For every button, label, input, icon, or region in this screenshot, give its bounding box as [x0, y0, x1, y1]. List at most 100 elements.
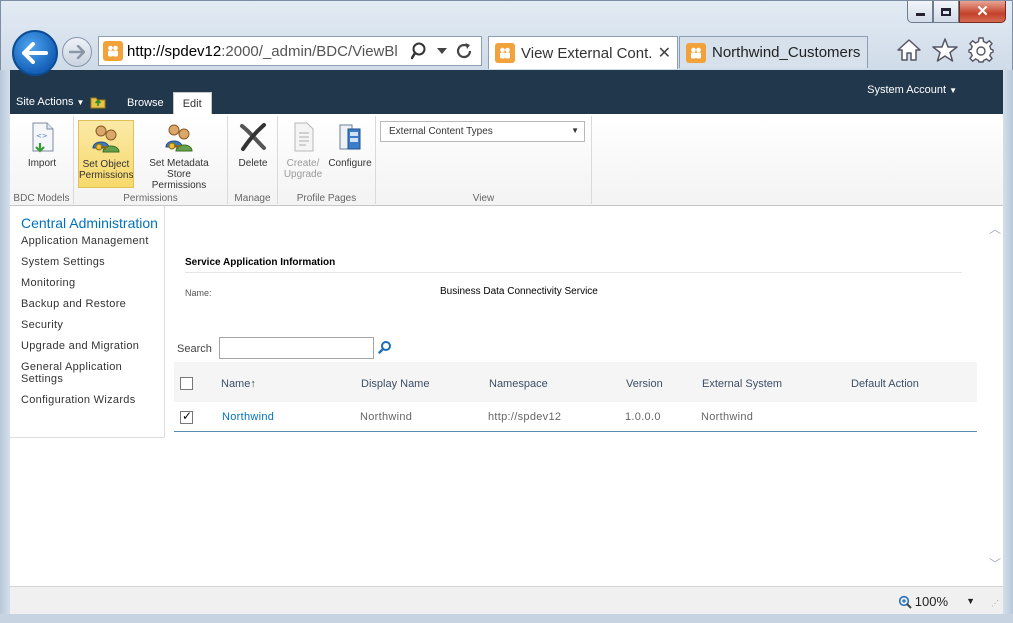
forward-arrow-icon — [69, 45, 85, 59]
close-window-button[interactable]: ✕ — [959, 1, 1006, 23]
back-button[interactable] — [12, 30, 58, 76]
group-bdc-models: <> Import BDC Models — [10, 116, 74, 204]
table-header-row: Name↑ Display Name Namespace Version Ext… — [174, 362, 977, 402]
select-all-checkbox[interactable] — [180, 377, 193, 390]
tab-edit[interactable]: Edit — [172, 92, 212, 114]
tab-view-external-content[interactable]: View External Cont... ✕ — [488, 36, 678, 69]
set-metadata-store-permissions-icon — [163, 120, 195, 154]
group-title-bdc-models: BDC Models — [13, 193, 70, 204]
column-header-version[interactable]: Version — [626, 378, 663, 390]
leftnav-item-backup-restore[interactable]: Backup and Restore — [21, 298, 164, 310]
search-icon[interactable] — [411, 42, 429, 60]
set-object-permissions-icon — [90, 121, 122, 155]
leftnav-item-security[interactable]: Security — [21, 319, 164, 331]
delete-x-icon — [237, 120, 269, 154]
vertical-scrollbar[interactable]: ︿ ﹀ — [986, 206, 1003, 586]
create-label-2: Upgrade — [283, 169, 323, 180]
sharepoint-top-bar: Site Actions ▼ Browse Edit System Accoun… — [10, 70, 1003, 114]
dropdown-arrow-icon[interactable] — [437, 47, 447, 55]
address-bar[interactable]: http://spdev12:2000/_admin/BDC/ViewBl — [98, 36, 482, 66]
sharepoint-favicon-icon — [495, 43, 515, 63]
service-name-value: Business Data Connectivity Service — [440, 286, 598, 297]
external-content-types-table: Name↑ Display Name Namespace Version Ext… — [174, 362, 977, 432]
leftnav-item-configuration-wizards[interactable]: Configuration Wizards — [21, 394, 164, 406]
row-checkbox[interactable] — [180, 409, 193, 424]
scroll-down-icon[interactable]: ﹀ — [989, 555, 1001, 572]
close-icon: ✕ — [976, 3, 989, 20]
configure-button[interactable]: Configure — [326, 120, 374, 169]
import-label: Import — [27, 158, 57, 169]
leftnav-item-application-management[interactable]: Application Management — [21, 235, 164, 247]
leftnav-item-upgrade-migration[interactable]: Upgrade and Migration — [21, 340, 164, 352]
column-header-name-label: Name — [221, 378, 251, 390]
leftnav-item-monitoring[interactable]: Monitoring — [21, 277, 164, 289]
window-frame-bottom — [0, 614, 1013, 623]
delete-button[interactable]: Delete — [234, 120, 272, 169]
set-object-label-1: Set Object — [82, 159, 130, 170]
group-title-manage: Manage — [234, 193, 271, 204]
column-header-external-system[interactable]: External System — [702, 378, 782, 390]
configure-icon — [334, 120, 366, 154]
row-external-system: Northwind — [701, 411, 754, 423]
search-input[interactable] — [219, 337, 374, 359]
column-header-name[interactable]: Name↑ — [221, 378, 256, 390]
account-name: System Account — [867, 84, 947, 96]
tab-label: View External Cont... — [521, 44, 652, 62]
group-title-view: View — [472, 193, 495, 204]
home-icon[interactable] — [896, 38, 922, 62]
divider — [185, 272, 962, 273]
tab-browse[interactable]: Browse — [118, 92, 173, 114]
navigate-up-icon[interactable] — [90, 95, 106, 112]
set-metadata-store-permissions-button[interactable]: Set Metadata Store Permissions — [136, 120, 222, 191]
window-controls: ✕ — [907, 1, 1006, 23]
row-namespace: http://spdev12 — [488, 411, 562, 423]
minimize-button[interactable] — [907, 1, 933, 23]
tab-northwind-customers[interactable]: Northwind_Customers... — [679, 36, 868, 68]
close-tab-icon[interactable]: ✕ — [658, 43, 671, 63]
search-go-icon[interactable] — [378, 340, 392, 357]
column-header-default-action[interactable]: Default Action — [851, 378, 919, 390]
search-label: Search — [177, 343, 212, 355]
maximize-icon — [941, 7, 951, 16]
scroll-up-icon[interactable]: ︿ — [989, 220, 1001, 237]
url-text: http://spdev12:2000/_admin/BDC/ViewBl — [127, 43, 405, 60]
sharepoint-favicon-icon — [686, 42, 706, 63]
create-upgrade-button[interactable]: Create/ Upgrade — [282, 120, 324, 180]
browser-chrome: ✕ http://spdev12:2000/_admin/BDC/ViewBl … — [0, 0, 1013, 76]
create-upgrade-icon — [287, 120, 319, 154]
resize-grip-icon[interactable]: ⋰ — [991, 599, 999, 608]
configure-label: Configure — [328, 158, 372, 169]
group-title-profile-pages: Profile Pages — [296, 193, 357, 204]
maximize-button[interactable] — [933, 1, 959, 23]
tab-label: Northwind_Customers... — [712, 44, 861, 61]
favorites-star-icon[interactable] — [932, 38, 958, 62]
leftnav-heading[interactable]: Central Administration — [10, 206, 164, 231]
ribbon: <> Import BDC Models Set Object Permissi… — [10, 114, 1003, 206]
create-label-1: Create/ — [286, 158, 320, 169]
column-header-display-name[interactable]: Display Name — [361, 378, 429, 390]
site-actions-menu[interactable]: Site Actions ▼ — [16, 96, 84, 108]
zoom-icon — [898, 595, 912, 609]
forward-button[interactable] — [62, 37, 92, 67]
row-display-name: Northwind — [360, 411, 413, 423]
group-title-permissions: Permissions — [123, 193, 178, 204]
row-name-link[interactable]: Northwind — [222, 411, 274, 423]
chevron-down-icon[interactable]: ▼ — [966, 596, 975, 606]
window-frame-right — [1003, 70, 1013, 623]
table-row[interactable]: Northwind Northwind http://spdev12 1.0.0… — [174, 402, 977, 432]
view-select[interactable]: External Content Types ▼ — [380, 121, 585, 142]
column-header-namespace[interactable]: Namespace — [489, 378, 548, 390]
leftnav-item-system-settings[interactable]: System Settings — [21, 256, 164, 268]
account-menu[interactable]: System Account ▼ — [867, 84, 957, 96]
zoom-control[interactable]: 100% — [898, 594, 948, 609]
service-info-heading: Service Application Information — [185, 257, 336, 268]
import-button[interactable]: <> Import — [18, 120, 66, 169]
sort-ascending-icon: ↑ — [250, 378, 256, 390]
group-view: External Content Types ▼ View — [376, 116, 592, 204]
leftnav-item-general-application-settings[interactable]: General Application Settings — [21, 361, 131, 385]
set-metadata-label-2: Permissions — [151, 180, 207, 191]
set-object-permissions-button[interactable]: Set Object Permissions — [78, 120, 134, 188]
ribbon-tabs: Browse Edit — [118, 92, 212, 114]
refresh-icon[interactable] — [455, 42, 473, 60]
settings-gear-icon[interactable] — [968, 37, 994, 63]
